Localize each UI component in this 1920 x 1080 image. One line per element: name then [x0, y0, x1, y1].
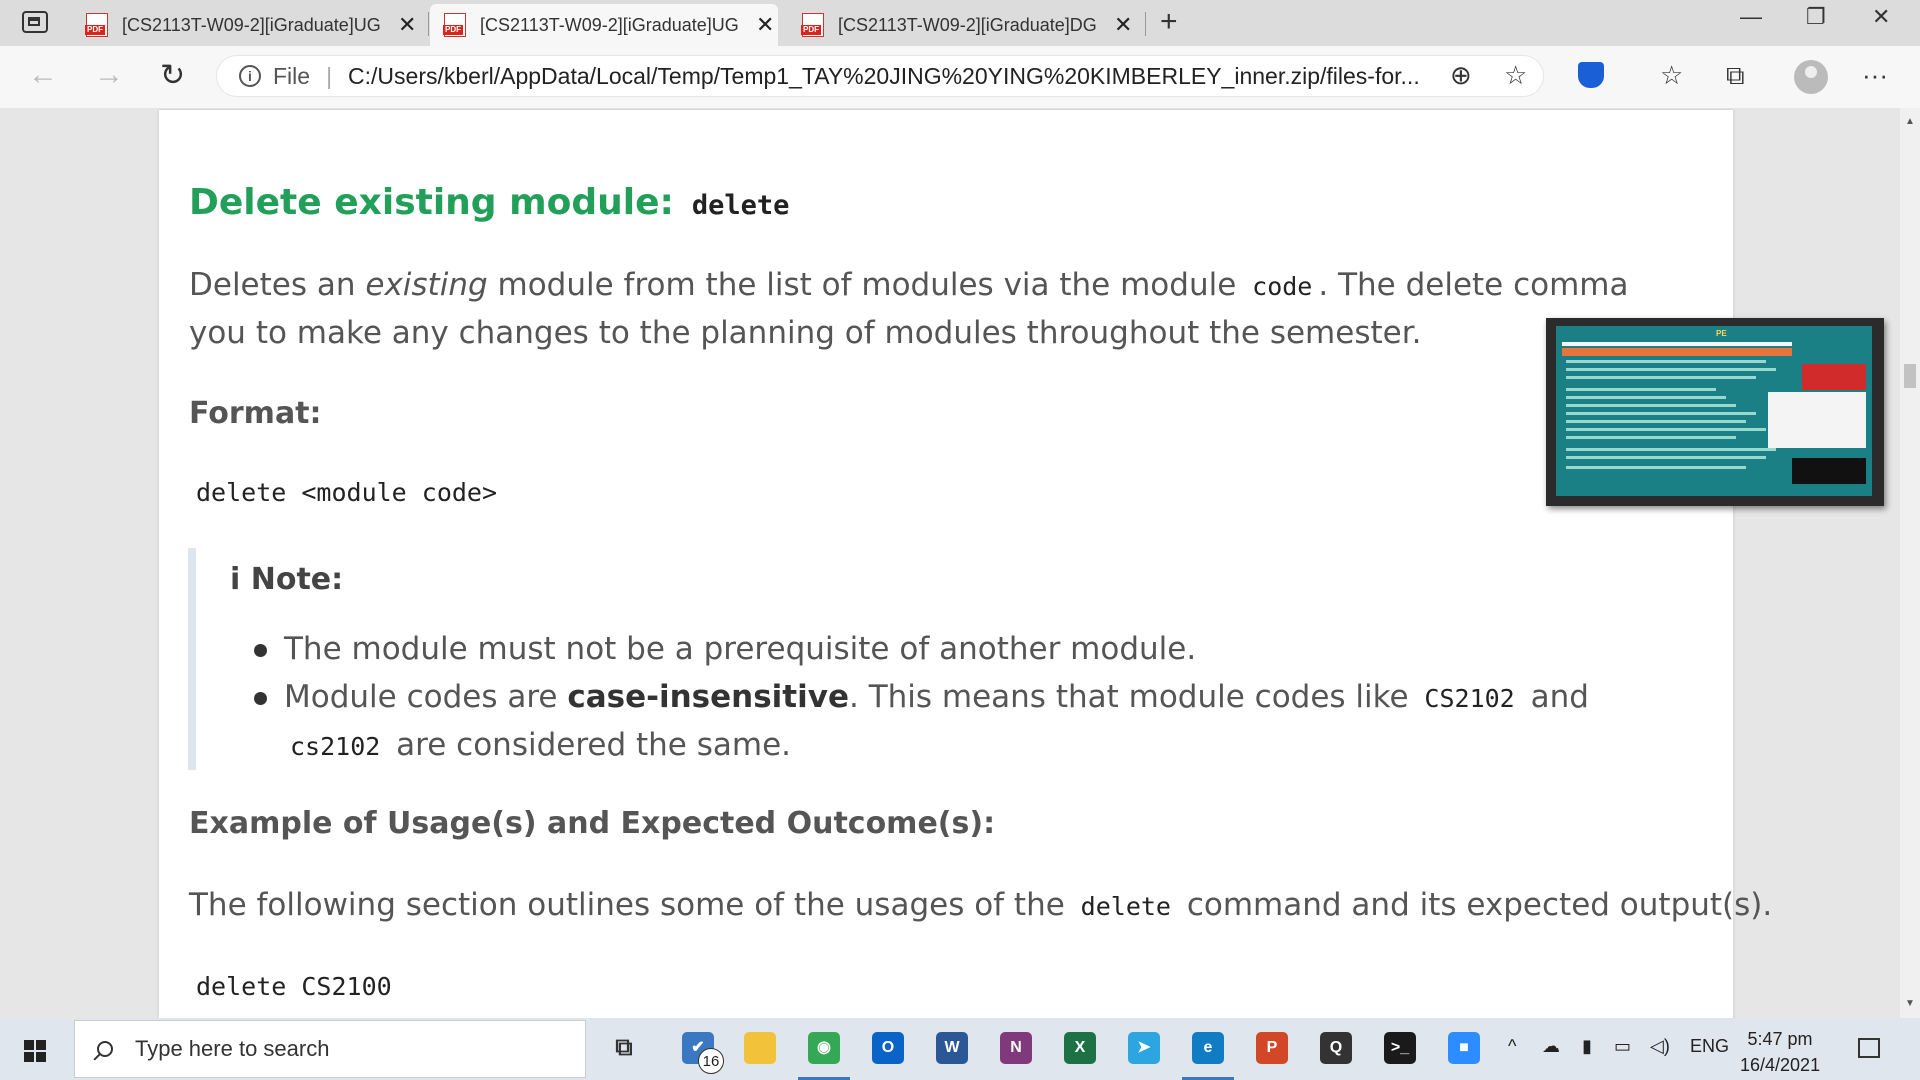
- scroll-up-icon[interactable]: ▲: [1905, 116, 1915, 127]
- battery-icon[interactable]: ▭: [1614, 1036, 1631, 1057]
- tab-1[interactable]: PDF [CS2113T-W09-2][iGraduate]UG ✕: [72, 4, 420, 46]
- restore-button[interactable]: ❐: [1806, 4, 1826, 30]
- note-title: i Note:: [230, 562, 344, 597]
- note-box: i Note: The module must not be a prerequ…: [188, 548, 1589, 770]
- search-app-icon[interactable]: Q: [1320, 1032, 1352, 1064]
- example-heading: Example of Usage(s) and Expected Outcome…: [189, 806, 996, 841]
- collections-icon[interactable]: ⧉: [1726, 60, 1745, 92]
- file-explorer-icon[interactable]: [744, 1032, 776, 1064]
- scrollbar-thumb[interactable]: [1904, 364, 1916, 388]
- onenote-icon[interactable]: N: [1000, 1032, 1032, 1064]
- tab-strip: PDF [CS2113T-W09-2][iGraduate]UG ✕ PDF […: [0, 0, 1920, 46]
- tab-title: [CS2113T-W09-2][iGraduate]UG: [122, 14, 381, 35]
- extension-icon[interactable]: [1578, 62, 1604, 88]
- search-placeholder: Type here to search: [135, 1036, 330, 1061]
- outlook-icon[interactable]: O: [872, 1032, 904, 1064]
- todo-count-badge: 16: [698, 1048, 724, 1074]
- tab-2[interactable]: PDF [CS2113T-W09-2][iGraduate]UG ✕: [430, 4, 778, 46]
- telegram-icon[interactable]: ➤: [1128, 1032, 1160, 1064]
- tab-3[interactable]: PDF [CS2113T-W09-2][iGraduate]DG ✕: [788, 4, 1136, 46]
- scroll-down-icon[interactable]: ▼: [1905, 998, 1915, 1009]
- info-icon[interactable]: i: [239, 65, 261, 87]
- task-view-icon[interactable]: ⧉: [608, 1032, 640, 1064]
- format-heading: Format:: [189, 396, 322, 431]
- vertical-scrollbar[interactable]: ▲ ▼: [1900, 108, 1920, 1018]
- edge-icon[interactable]: e: [1192, 1032, 1224, 1064]
- tab-separator: [428, 12, 429, 36]
- close-tab-icon[interactable]: ✕: [756, 12, 774, 38]
- forward-button[interactable]: →: [94, 58, 124, 92]
- profile-avatar[interactable]: [1794, 60, 1828, 94]
- show-hidden-icons[interactable]: ^: [1508, 1036, 1516, 1057]
- word-icon[interactable]: W: [936, 1032, 968, 1064]
- pdf-icon: PDF: [801, 13, 824, 37]
- clock-time: 5:47 pm: [1747, 1029, 1813, 1049]
- note-bullet: Module codes are case-insensitive. This …: [254, 674, 1589, 770]
- example-code: delete CS2100: [196, 972, 392, 1001]
- zoom-icon[interactable]: ■: [1448, 1032, 1480, 1064]
- more-icon[interactable]: ···: [1862, 60, 1888, 91]
- example-paragraph: The following section outlines some of t…: [189, 887, 1773, 923]
- add-favorite-icon[interactable]: ☆: [1504, 60, 1527, 91]
- floating-slide-thumbnail[interactable]: PE: [1546, 318, 1884, 506]
- section-heading: Delete existing module: delete: [189, 182, 790, 223]
- tab-title: [CS2113T-W09-2][iGraduate]UG: [480, 14, 739, 35]
- clock-date: 16/4/2021: [1740, 1055, 1821, 1075]
- close-tab-icon[interactable]: ✕: [1114, 12, 1132, 38]
- back-button[interactable]: ←: [28, 58, 58, 92]
- note-bullet: The module must not be a prerequisite of…: [254, 626, 1196, 673]
- excel-icon[interactable]: X: [1064, 1032, 1096, 1064]
- bullet-icon: [254, 692, 267, 705]
- scheme-label: File: [273, 62, 311, 89]
- address-bar[interactable]: i File | C:/Users/kberl/AppData/Local/Te…: [216, 55, 1544, 97]
- slide-title: PE: [1716, 329, 1727, 338]
- minimize-button[interactable]: —: [1740, 4, 1762, 30]
- tab-title: [CS2113T-W09-2][iGraduate]DG: [838, 14, 1097, 35]
- windows-start-icon[interactable]: [24, 1040, 46, 1062]
- close-tab-icon[interactable]: ✕: [398, 12, 416, 38]
- format-code: delete <module code>: [196, 478, 498, 507]
- tab-separator: [1145, 12, 1146, 36]
- slide-preview: PE: [1556, 326, 1872, 496]
- terminal-icon[interactable]: >_: [1384, 1032, 1416, 1064]
- onedrive-icon[interactable]: ☁: [1542, 1036, 1560, 1057]
- tab-actions-icon[interactable]: [22, 11, 48, 33]
- new-tab-button[interactable]: +: [1160, 5, 1178, 39]
- search-icon: [97, 1041, 113, 1057]
- pdf-page: Delete existing module: delete Deletes an…: [159, 110, 1772, 1018]
- favorites-icon[interactable]: ☆: [1660, 60, 1683, 91]
- chrome-icon[interactable]: ◉: [808, 1032, 840, 1064]
- taskbar-search[interactable]: Type here to search: [74, 1020, 586, 1078]
- powerpoint-icon[interactable]: P: [1256, 1032, 1288, 1064]
- address-separator: |: [326, 62, 333, 89]
- notifications-icon[interactable]: [1858, 1038, 1880, 1058]
- browser-toolbar: ← → ↻ i File | C:/Users/kberl/AppData/Lo…: [0, 46, 1920, 109]
- intro-paragraph: Deletes an existing module from the list…: [189, 267, 1629, 351]
- pdf-viewport: Delete existing module: delete Deletes an…: [0, 108, 1900, 1018]
- system-clock[interactable]: 5:47 pm 16/4/2021: [1740, 1026, 1820, 1078]
- language-indicator[interactable]: ENG: [1690, 1036, 1729, 1057]
- url-text[interactable]: C:/Users/kberl/AppData/Local/Temp/Temp1_…: [348, 63, 1418, 90]
- zoom-icon[interactable]: ⊕: [1450, 60, 1472, 91]
- pdf-icon: PDF: [443, 13, 466, 37]
- window-close-button[interactable]: ✕: [1872, 4, 1890, 30]
- microphone-icon[interactable]: ▮: [1582, 1036, 1592, 1057]
- reload-button[interactable]: ↻: [160, 58, 185, 93]
- pdf-icon: PDF: [85, 13, 108, 37]
- bullet-icon: [254, 644, 267, 657]
- windows-taskbar: Type here to search ⧉ ✔ ◉ O W N X ➤ e P Q >_ ■ 16 ^ …: [0, 1018, 1920, 1080]
- volume-icon[interactable]: ◁): [1650, 1036, 1670, 1057]
- heading-code: delete: [691, 190, 790, 221]
